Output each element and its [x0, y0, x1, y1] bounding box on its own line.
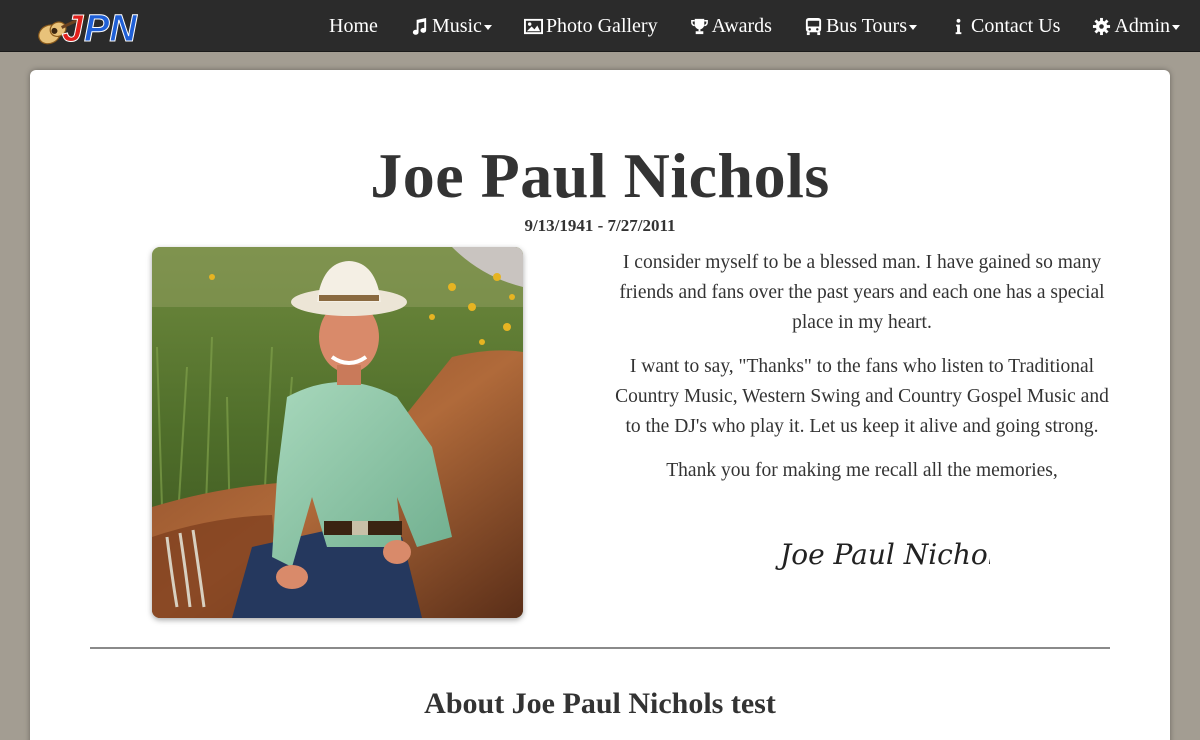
- svg-text:J: J: [62, 8, 84, 48]
- trophy-icon: [690, 17, 709, 36]
- music-note-icon: [410, 17, 429, 36]
- nav-contact-us[interactable]: Contact Us: [949, 15, 1060, 38]
- life-dates: 9/13/1941 - 7/27/2011: [524, 216, 676, 235]
- chevron-down-icon: [909, 25, 917, 30]
- signature-image: Joe Paul Nichols: [775, 538, 990, 571]
- chevron-down-icon: [1172, 25, 1180, 30]
- message-paragraph: I want to say, "Thanks" to the fans who …: [615, 356, 1109, 437]
- nav-photo-gallery[interactable]: Photo Gallery: [523, 14, 658, 38]
- nav-awards[interactable]: Awards: [690, 15, 772, 38]
- portrait-photo: [152, 247, 523, 618]
- navbar: J PN Home Music Photo Gallery Awards Bus…: [0, 0, 1200, 52]
- gear-icon: [1092, 17, 1111, 36]
- tribute-message: I consider myself to be a blessed man. I…: [612, 248, 1112, 500]
- nav-music[interactable]: Music: [410, 15, 492, 38]
- nav-bus-tours[interactable]: Bus Tours: [804, 15, 917, 38]
- message-paragraph: I consider myself to be a blessed man. I…: [619, 252, 1105, 333]
- nav-photo-gallery-label: Photo Gallery: [545, 14, 658, 37]
- nav-bus-tours-label: Bus Tours: [825, 14, 907, 37]
- nav-admin-label: Admin: [1114, 14, 1170, 37]
- message-paragraph: Thank you for making me recall all the m…: [666, 460, 1058, 481]
- nav-music-label: Music: [431, 14, 482, 37]
- portrait-image: [152, 247, 523, 618]
- image-icon: [523, 17, 543, 36]
- page-title: Joe Paul Nichols: [370, 140, 830, 211]
- logo-text: J PN: [62, 8, 139, 49]
- nav-home[interactable]: Home: [329, 15, 378, 38]
- nav-admin[interactable]: Admin: [1092, 15, 1180, 38]
- signature: Joe Paul Nichols: [730, 528, 990, 578]
- main-nav: Home Music Photo Gallery Awards Bus Tour…: [329, 0, 1180, 52]
- svg-text:Joe Paul Nichols: Joe Paul Nichols: [775, 538, 990, 571]
- nav-contact-us-label: Contact Us: [971, 14, 1061, 37]
- about-heading: About Joe Paul Nichols test: [424, 687, 776, 720]
- bus-icon: [804, 17, 823, 36]
- nav-awards-label: Awards: [711, 14, 772, 37]
- site-logo[interactable]: J PN: [32, 4, 144, 48]
- chevron-down-icon: [483, 25, 492, 30]
- svg-text:PN: PN: [84, 8, 138, 48]
- nav-home-label: Home: [329, 14, 378, 37]
- section-divider: [90, 647, 1110, 649]
- content-card: Joe Paul Nichols 9/13/1941 - 7/27/2011 I…: [30, 70, 1170, 740]
- info-icon: [949, 17, 968, 36]
